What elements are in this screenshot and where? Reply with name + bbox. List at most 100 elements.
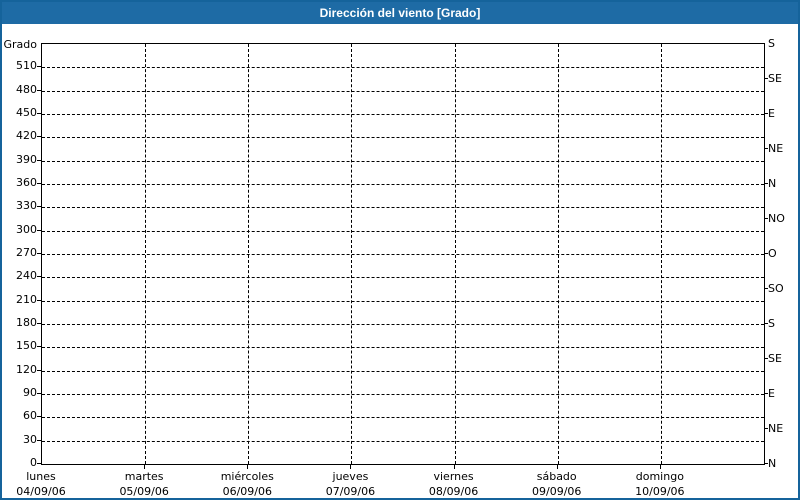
y-axis-left-tick-mark — [37, 276, 41, 278]
y-axis-right-tick-mark — [764, 78, 768, 79]
x-axis-date-label: 06/09/06 — [222, 485, 272, 498]
y-axis-left-tick-mark — [37, 369, 41, 371]
y-axis-left-tick-mark — [37, 346, 41, 348]
x-axis-tick-mark — [556, 465, 558, 469]
y-axis-left-tick-label: 330 — [16, 199, 37, 213]
y-axis-left-tick-mark — [37, 159, 41, 161]
x-axis-date-label: 09/09/06 — [532, 485, 582, 498]
gridline-horizontal — [42, 394, 764, 395]
y-axis-right-tick-mark — [764, 183, 768, 184]
y-axis-right-tick-mark — [764, 323, 768, 324]
gridline-horizontal — [42, 347, 764, 349]
y-axis-left-tick-label: 180 — [16, 316, 37, 329]
gridline-horizontal — [42, 207, 764, 209]
y-axis-right-tick-label: NE — [768, 142, 784, 155]
y-axis-right-tick-label: SE — [768, 72, 782, 85]
y-axis-left-tick-mark — [37, 299, 41, 301]
y-axis-left-tick-label: 270 — [16, 246, 37, 259]
y-axis-left-tick-mark — [37, 463, 41, 464]
x-axis-day-label: lunes — [26, 470, 56, 483]
x-axis-day-label: miércoles — [220, 470, 274, 483]
y-axis-left-tick-mark — [37, 323, 41, 324]
y-axis-left-tick-mark — [37, 206, 41, 208]
y-axis-left-tick-label: 210 — [16, 292, 37, 306]
x-axis-date-label: 08/09/06 — [428, 485, 479, 498]
gridline-horizontal — [42, 300, 764, 302]
x-axis-tick-mark — [453, 465, 455, 469]
y-axis-right-tick-mark — [764, 358, 768, 359]
y-axis-left-tick-mark — [37, 89, 41, 91]
y-axis-left-tick-label: 300 — [16, 222, 37, 236]
gridline-vertical — [557, 44, 559, 464]
gridline-vertical — [145, 44, 147, 464]
x-axis-day-label: viernes — [433, 470, 474, 483]
y-axis-left-tick-mark — [37, 136, 41, 138]
x-axis-tick-mark — [659, 465, 661, 469]
y-axis-left-tick-label: 480 — [16, 82, 37, 96]
y-axis-right-tick-label: S — [768, 37, 775, 50]
y-axis-right-tick-mark — [764, 428, 768, 429]
y-axis-left-tick-label: 150 — [16, 339, 37, 353]
chart-title: Dirección del viento [Grado] — [319, 6, 481, 20]
y-axis-left-tick-mark — [37, 183, 41, 184]
gridline-horizontal — [42, 230, 764, 232]
y-axis-right-tick-mark — [764, 288, 768, 289]
y-axis-left-tick-label: 30 — [23, 432, 37, 446]
gridline-horizontal — [42, 90, 764, 92]
y-axis-left-tick-label: 120 — [16, 362, 37, 376]
y-axis-right-tick-label: E — [768, 107, 775, 120]
gridline-horizontal — [42, 277, 764, 279]
gridline-horizontal — [42, 324, 764, 325]
gridline-horizontal — [42, 417, 764, 419]
y-axis-right-tick-label: SO — [768, 282, 784, 295]
gridline-horizontal — [42, 440, 764, 442]
y-axis-right-tick-mark — [764, 218, 768, 219]
y-axis-right-tick-mark — [764, 393, 768, 394]
y-axis-left-tick-label: 90 — [23, 386, 37, 399]
chart-window: Dirección del viento [Grado] Grado 0 30 60… — [0, 0, 800, 500]
x-axis-date-label: 04/09/06 — [16, 485, 66, 498]
x-axis-tick-mark — [350, 465, 352, 469]
gridline-vertical — [454, 44, 456, 464]
y-axis-right-tick-label: NE — [768, 422, 784, 435]
y-axis-left-tick-mark — [37, 66, 41, 68]
y-axis-left-tick-mark — [37, 229, 41, 231]
y-axis-left-title: Grado — [3, 38, 38, 51]
y-axis-right-tick-label: N — [768, 177, 777, 190]
x-axis-day-label: martes — [124, 470, 164, 483]
x-axis-date-label: 05/09/06 — [119, 485, 169, 498]
gridline-horizontal — [42, 160, 764, 162]
y-axis-right-tick-mark — [764, 253, 768, 254]
y-axis-left-tick-mark — [37, 416, 41, 418]
chart-title-bar: Dirección del viento [Grado] — [2, 2, 798, 24]
x-axis-day-label: jueves — [332, 470, 369, 483]
y-axis-left-tick-mark — [37, 253, 41, 254]
gridline-horizontal — [42, 114, 764, 115]
y-axis-right-tick-mark — [764, 113, 768, 114]
y-axis-right-tick-label: O — [768, 247, 777, 260]
y-axis-right-tick-label: S — [768, 317, 775, 330]
y-axis-left-tick-mark — [37, 439, 41, 441]
y-axis-left-tick-mark — [37, 393, 41, 394]
y-axis-left-tick-label: 450 — [16, 106, 37, 119]
x-axis-tick-mark — [247, 465, 249, 469]
y-axis-right-tick-label: E — [768, 387, 775, 400]
x-axis-date-label: 07/09/06 — [325, 485, 376, 498]
x-axis-date-label: 10/09/06 — [635, 485, 685, 498]
y-axis-right-tick-mark — [764, 148, 768, 149]
plot-area — [41, 43, 765, 465]
x-axis-tick-mark — [144, 465, 146, 469]
y-axis-right-tick-label: SE — [768, 352, 782, 365]
x-axis-day-label: sábado — [536, 470, 577, 483]
gridline-horizontal — [42, 137, 764, 139]
y-axis-left-tick-label: 510 — [16, 59, 37, 73]
gridline-vertical — [351, 44, 353, 464]
gridline-horizontal — [42, 67, 764, 69]
y-axis-left-tick-label: 60 — [23, 409, 37, 423]
x-axis-day-label: domingo — [635, 470, 684, 483]
y-axis-left-tick-mark — [37, 113, 41, 114]
gridline-horizontal — [42, 184, 764, 185]
gridline-horizontal — [42, 370, 764, 372]
y-axis-left-tick-label: 0 — [30, 456, 37, 469]
y-axis-left-tick-label: 240 — [16, 269, 37, 283]
